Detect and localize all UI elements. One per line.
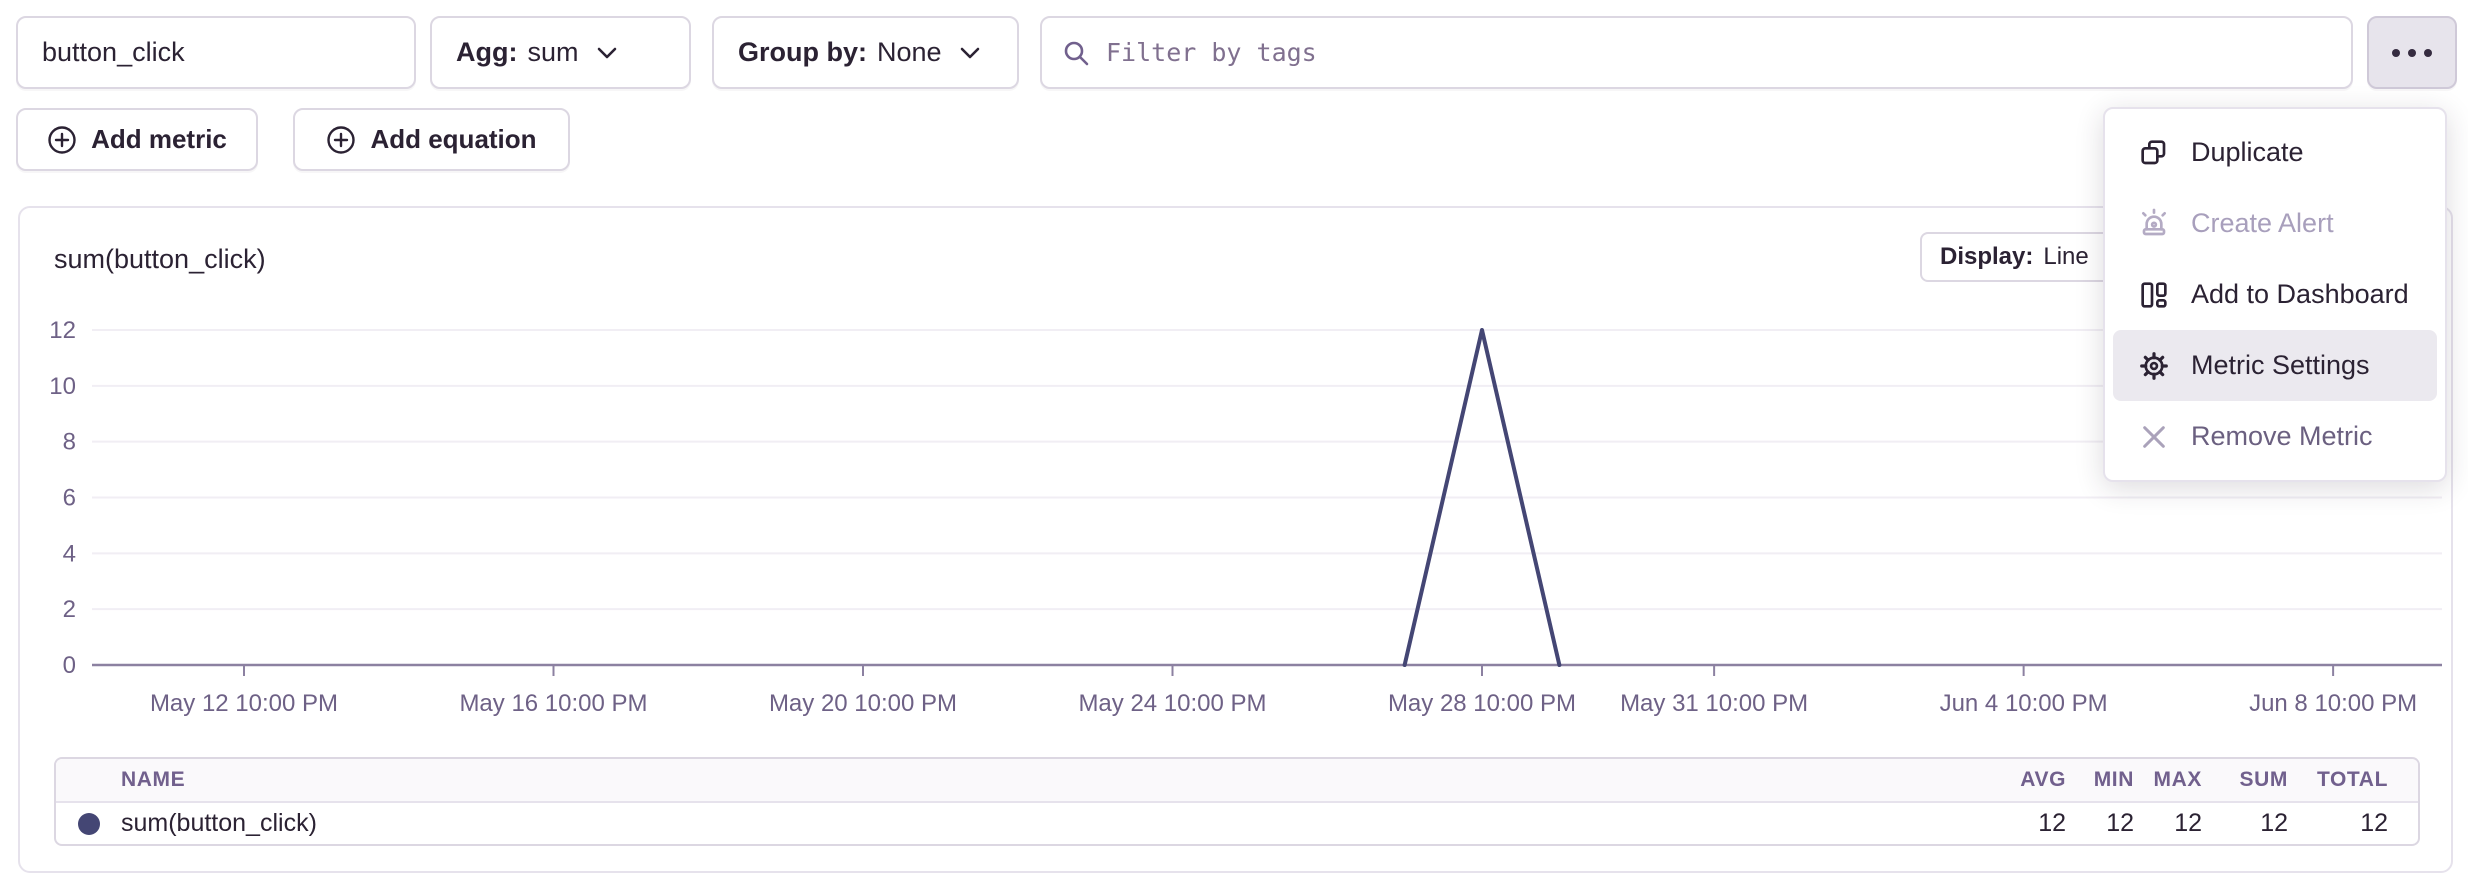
metric-chart-panel: sum(button_click) Display: Line 0 2 4 6 8 10 1… — [18, 206, 2453, 873]
dashboard-icon — [2137, 278, 2171, 312]
series-max: 12 — [2134, 809, 2202, 838]
tag-filter-input[interactable] — [1104, 37, 2331, 68]
series-min: 12 — [2066, 809, 2134, 838]
svg-text:Jun 4 10:00 PM: Jun 4 10:00 PM — [1940, 690, 2108, 717]
menu-item-label: Create Alert — [2191, 208, 2334, 239]
metric-name-input[interactable] — [16, 16, 416, 89]
svg-text:May 31 10:00 PM: May 31 10:00 PM — [1620, 690, 1808, 717]
aggregation-select[interactable]: Agg: sum — [430, 16, 691, 89]
svg-text:Jun 8 10:00 PM: Jun 8 10:00 PM — [2249, 690, 2417, 717]
search-icon — [1062, 39, 1090, 67]
svg-text:May 16 10:00 PM: May 16 10:00 PM — [459, 690, 647, 717]
column-name: NAME — [56, 768, 1998, 792]
agg-value: sum — [527, 37, 578, 68]
svg-text:May 28 10:00 PM: May 28 10:00 PM — [1388, 690, 1576, 717]
column-avg: AVG — [1998, 768, 2066, 792]
svg-text:May 20 10:00 PM: May 20 10:00 PM — [769, 690, 957, 717]
add-metric-button[interactable]: Add metric — [16, 108, 258, 171]
svg-text:0: 0 — [63, 652, 76, 679]
series-row[interactable]: sum(button_click) 12 12 12 12 12 — [56, 803, 2418, 844]
svg-text:12: 12 — [49, 317, 76, 344]
menu-item-label: Metric Settings — [2191, 350, 2370, 381]
column-sum: SUM — [2202, 768, 2288, 792]
x-icon — [2137, 420, 2171, 454]
summary-table-header: NAME AVG MIN MAX SUM TOTAL — [56, 759, 2418, 803]
svg-text:2: 2 — [63, 596, 76, 623]
more-options-button[interactable] — [2367, 16, 2457, 89]
add-equation-button[interactable]: Add equation — [293, 108, 570, 171]
menu-item-create-alert: Create Alert — [2113, 188, 2437, 259]
display-value: Line — [2043, 243, 2088, 271]
series-summary-table: NAME AVG MIN MAX SUM TOTAL sum(button_cl… — [54, 757, 2420, 846]
line-chart[interactable]: 0 2 4 6 8 10 12 May 12 10:00 PM May 16 10:00 PM M… — [20, 268, 2451, 808]
menu-item-label: Add to Dashboard — [2191, 279, 2409, 310]
plus-circle-icon — [47, 125, 77, 155]
column-max: MAX — [2134, 768, 2202, 792]
column-total: TOTAL — [2288, 768, 2388, 792]
menu-item-remove-metric: Remove Metric — [2113, 401, 2437, 472]
add-equation-label: Add equation — [370, 124, 536, 155]
chevron-down-icon — [597, 47, 617, 59]
menu-item-metric-settings[interactable]: Metric Settings — [2113, 330, 2437, 401]
menu-item-duplicate[interactable]: Duplicate — [2113, 117, 2437, 188]
series-total: 12 — [2288, 809, 2388, 838]
column-min: MIN — [2066, 768, 2134, 792]
gear-icon — [2137, 349, 2171, 383]
display-label: Display: — [1940, 243, 2033, 271]
series-name: sum(button_click) — [121, 809, 317, 838]
svg-text:May 24 10:00 PM: May 24 10:00 PM — [1078, 690, 1266, 717]
group-by-label: Group by: — [738, 37, 867, 68]
series-avg: 12 — [1998, 809, 2066, 838]
svg-text:8: 8 — [63, 429, 76, 456]
menu-item-add-to-dashboard[interactable]: Add to Dashboard — [2113, 259, 2437, 330]
group-by-select[interactable]: Group by: None — [712, 16, 1019, 89]
ellipsis-icon — [2392, 49, 2432, 57]
group-by-value: None — [877, 37, 942, 68]
menu-item-label: Duplicate — [2191, 137, 2304, 168]
chevron-down-icon — [960, 47, 980, 59]
series-sum: 12 — [2202, 809, 2288, 838]
metric-actions-menu: Duplicate Create Alert Add to Dashboard — [2103, 107, 2447, 482]
add-metric-label: Add metric — [91, 124, 227, 155]
svg-text:6: 6 — [63, 485, 76, 512]
svg-text:10: 10 — [49, 373, 76, 400]
tag-filter-field — [1040, 16, 2353, 89]
svg-text:4: 4 — [63, 540, 76, 567]
menu-item-label: Remove Metric — [2191, 421, 2373, 452]
svg-text:May 12 10:00 PM: May 12 10:00 PM — [150, 690, 338, 717]
agg-label: Agg: — [456, 37, 517, 68]
duplicate-icon — [2137, 136, 2171, 170]
plus-circle-icon — [326, 125, 356, 155]
series-color-dot — [78, 813, 100, 835]
alert-siren-icon — [2137, 207, 2171, 241]
